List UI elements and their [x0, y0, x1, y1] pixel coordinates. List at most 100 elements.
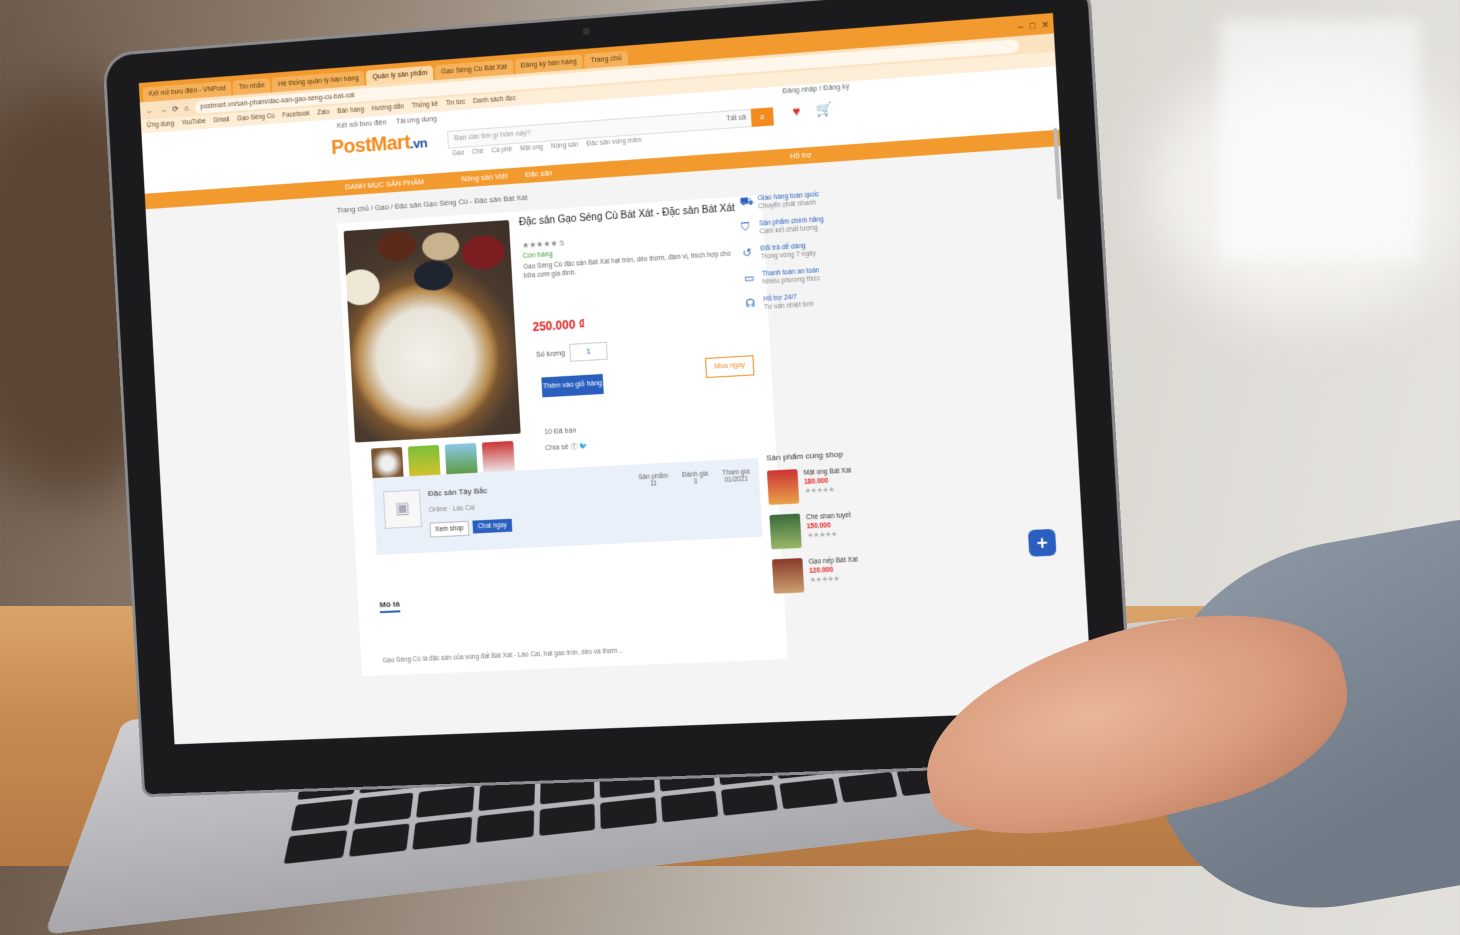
- back-icon[interactable]: ←: [146, 106, 154, 115]
- bookmark-item[interactable]: Gmail: [213, 113, 230, 128]
- suggestion-link[interactable]: Gạo: [452, 150, 464, 158]
- minimize-button[interactable]: –: [1017, 17, 1024, 36]
- shop-name[interactable]: Đặc sản Tây Bắc: [428, 486, 488, 498]
- bookmark-item[interactable]: Zalo: [317, 106, 330, 121]
- login-link[interactable]: Đăng nhập / Đăng ký: [782, 83, 849, 95]
- quantity-stepper[interactable]: 1: [569, 341, 608, 362]
- cart-icon[interactable]: 🛒: [816, 101, 833, 118]
- feature-item: ☊ Hỗ trợ 24/7 Tư vấn nhiệt tình: [745, 290, 858, 313]
- logo-suffix: .vn: [409, 135, 428, 152]
- related-image: [766, 469, 800, 505]
- feature-item: ⛉ Sản phẩm chính hãng Cam kết chất lượng: [741, 214, 854, 237]
- stat-value: 3: [693, 478, 698, 486]
- keyboard-key: [283, 830, 348, 864]
- keyboard-key: [348, 823, 410, 857]
- search-placeholder: Bạn cần tìm gì hôm nay?: [454, 129, 531, 143]
- camera-icon: [582, 27, 590, 35]
- suggestion-link[interactable]: Đặc sản vùng miền: [586, 137, 642, 148]
- shop-stat: Sản phẩm 11: [638, 473, 668, 489]
- related-stars: ★★★★★: [809, 575, 840, 585]
- buy-now-button[interactable]: Mua ngay: [704, 355, 755, 379]
- suggestion-link[interactable]: Cà phê: [491, 146, 512, 154]
- service-features: ⛟ Giao hàng toàn quốc Chuyển phát nhanh ⛉…: [739, 189, 858, 322]
- product-price: 250.000 ₫: [532, 317, 586, 335]
- thumbnail[interactable]: [407, 444, 441, 479]
- bean-bowl: [460, 234, 506, 271]
- top-link[interactable]: Kết nối bưu điện: [337, 119, 387, 130]
- related-title: Sản phẩm cùng shop: [765, 449, 844, 463]
- keyboard-key: [416, 786, 475, 818]
- suggestion-link[interactable]: Nông sản: [551, 141, 579, 150]
- product-rating: ★★★★★ 5: [521, 238, 565, 251]
- forward-icon[interactable]: →: [159, 105, 167, 114]
- top-link[interactable]: Tải ứng dụng: [396, 116, 437, 126]
- page-scrollbar[interactable]: [1053, 127, 1062, 200]
- shop-stats: Sản phẩm 11 Đánh giá 3 Tham gia 01/2021: [638, 469, 750, 489]
- related-products: Sản phẩm cùng shop Mật ong Bát Xát 180.00…: [766, 448, 887, 604]
- truck-icon: ⛟: [739, 195, 755, 209]
- share-label: Chia sẻ: [545, 443, 569, 453]
- keyboard-key: [600, 797, 657, 830]
- nav-item[interactable]: Nông sản Việt: [461, 168, 508, 187]
- headset-icon: ☊: [745, 297, 756, 311]
- related-item[interactable]: Gạo nếp Bát Xát 120.000 ★★★★★: [771, 554, 886, 594]
- tab-description[interactable]: Mô tả: [379, 599, 401, 614]
- nav-item[interactable]: Hỗ trợ: [790, 147, 812, 165]
- chat-plus-icon[interactable]: +: [1027, 528, 1057, 557]
- postmart-site: Kết nối bưu điện Tải ứng dụng Đăng nhập …: [141, 66, 1093, 745]
- laptop-screen: Kết nối bưu điện - VNPost Tin nhắn Hệ th…: [138, 12, 1093, 745]
- feature-item: ⛟ Giao hàng toàn quốc Chuyển phát nhanh: [739, 189, 852, 213]
- suggestion-link[interactable]: Mật ong: [520, 144, 544, 153]
- product-short-description: Gạo Séng Cù đặc sản Bát Xát hạt tròn, dẻ…: [523, 250, 732, 280]
- stock-status: Còn hàng: [522, 251, 553, 260]
- suggestion-link[interactable]: Chè: [472, 148, 484, 156]
- keyboard-key: [476, 810, 534, 843]
- bean-bowl: [376, 230, 417, 263]
- search-category-select[interactable]: Tất cả: [726, 110, 747, 127]
- keyboard-key: [779, 778, 839, 810]
- nav-item[interactable]: Đặc sản: [525, 165, 553, 183]
- bean-bowl: [343, 268, 381, 307]
- related-stars: ★★★★★: [804, 486, 835, 496]
- related-item[interactable]: Mật ong Bát Xát 180.000 ★★★★★: [766, 465, 881, 505]
- product-panel: Đặc sản Gạo Séng Cù Bát Xát - Đặc sản Bá…: [337, 195, 788, 677]
- share-row: Chia sẻ ⓕ 🐦: [545, 441, 588, 453]
- search-icon[interactable]: ⌕: [750, 107, 774, 127]
- sold-count: 10 Đã bán: [544, 427, 577, 437]
- twitter-icon[interactable]: 🐦: [579, 443, 588, 450]
- quantity-label: Số lượng: [535, 350, 566, 359]
- shop-avatar-icon: ▣: [383, 489, 422, 529]
- product-title: Đặc sản Gạo Séng Cù Bát Xát - Đặc sản Bá…: [518, 202, 736, 229]
- breadcrumb[interactable]: Trang chủ / Gạo / Đặc sản Gạo Séng Cù - …: [336, 193, 527, 215]
- product-main-image[interactable]: [343, 220, 521, 443]
- keyboard-key: [353, 792, 414, 825]
- thumbnail[interactable]: [481, 440, 515, 475]
- maximize-button[interactable]: □: [1029, 16, 1036, 35]
- bookmark-item[interactable]: Tin tức: [445, 96, 466, 111]
- related-image: [771, 558, 805, 594]
- related-item[interactable]: Chè shan tuyết 150.000 ★★★★★: [769, 510, 883, 550]
- keyboard-key: [478, 779, 535, 812]
- heart-icon[interactable]: ♥: [792, 103, 801, 120]
- view-shop-button[interactable]: Xem shop: [429, 520, 470, 538]
- bean-bowl: [421, 231, 460, 262]
- thumbnail[interactable]: [370, 446, 404, 481]
- header-icons: ♥ 🛒: [792, 101, 834, 120]
- laptop-lid: Kết nối bưu điện - VNPost Tin nhắn Hệ th…: [105, 0, 1132, 795]
- top-links: Kết nối bưu điện Tải ứng dụng: [337, 116, 437, 130]
- chat-now-button[interactable]: Chat ngay: [472, 518, 513, 534]
- add-to-cart-button[interactable]: Thêm vào giỏ hàng: [541, 373, 604, 398]
- feature-item: ▭ Thanh toán an toàn Nhiều phương thức: [744, 265, 857, 288]
- card-icon: ▭: [743, 272, 755, 286]
- thumbnail[interactable]: [444, 442, 478, 477]
- site-logo[interactable]: PostMart.vn: [331, 130, 428, 160]
- logo-text: PostMart: [330, 131, 411, 159]
- close-button[interactable]: ✕: [1041, 15, 1050, 34]
- feature-sub: Tư vấn nhiệt tình: [763, 300, 814, 312]
- related-image: [769, 513, 802, 550]
- shield-icon: ⛉: [740, 221, 750, 234]
- background-window: [1220, 20, 1420, 260]
- reload-icon[interactable]: ⟳: [172, 104, 179, 113]
- home-icon[interactable]: ⌂: [184, 103, 189, 112]
- facebook-icon[interactable]: ⓕ: [570, 443, 579, 450]
